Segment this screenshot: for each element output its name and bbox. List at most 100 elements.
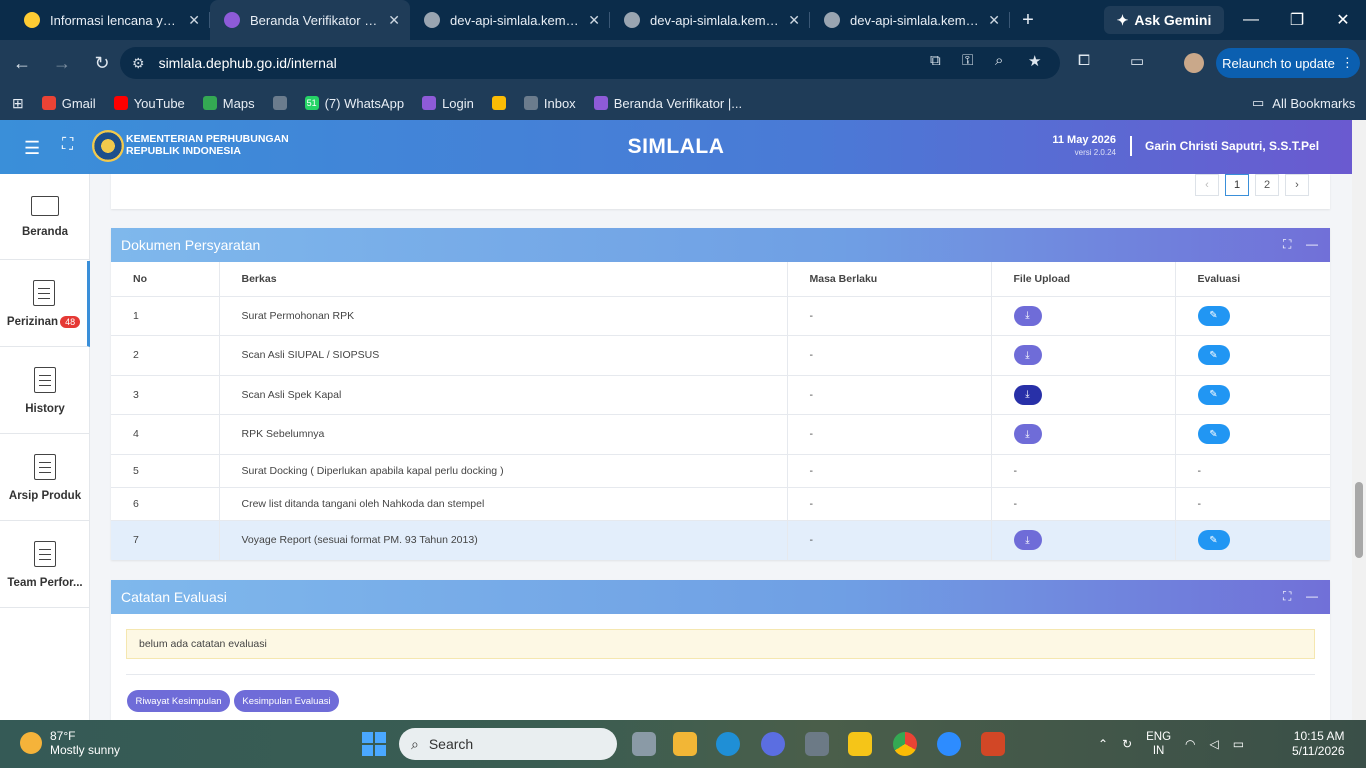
download-button[interactable]: ⤓ bbox=[1013, 345, 1042, 366]
pagination-page-1[interactable]: 1 bbox=[1225, 174, 1249, 196]
user-name[interactable]: Garin Christi Saputri, S.S.T.Pel bbox=[1145, 139, 1319, 153]
edit-evaluation-button[interactable]: ✎ bbox=[1197, 305, 1230, 326]
ask-gemini-button[interactable]: ✦ Ask Gemini bbox=[1104, 6, 1224, 34]
download-button[interactable]: ⤓ bbox=[1013, 384, 1042, 405]
download-button[interactable]: ⤓ bbox=[1013, 424, 1042, 445]
language-indicator[interactable]: ENG IN bbox=[1146, 730, 1171, 758]
zoom-icon[interactable]: ⌕ bbox=[995, 52, 1003, 69]
wifi-icon[interactable]: ◠ bbox=[1185, 737, 1195, 751]
weather-widget[interactable]: 87°F Mostly sunny bbox=[20, 729, 120, 757]
install-app-icon[interactable]: ⧉ bbox=[930, 52, 941, 69]
profile-avatar[interactable] bbox=[1184, 53, 1204, 73]
collapse-icon[interactable]: — bbox=[1306, 237, 1318, 251]
chrome-icon[interactable] bbox=[893, 732, 917, 756]
no-cell: 5 bbox=[111, 453, 220, 487]
close-window-button[interactable]: ✕ bbox=[1320, 0, 1366, 40]
sticky-notes-icon[interactable] bbox=[848, 732, 872, 756]
scrollbar-thumb[interactable] bbox=[1355, 482, 1363, 558]
battery-icon[interactable]: ▭ bbox=[1233, 737, 1244, 751]
close-tab-icon[interactable]: ✕ bbox=[188, 12, 200, 29]
bookmark-item[interactable]: Login bbox=[422, 96, 474, 111]
close-tab-icon[interactable]: ✕ bbox=[388, 12, 400, 29]
app-icon[interactable] bbox=[761, 732, 785, 756]
edit-evaluation-button[interactable]: ✎ bbox=[1197, 530, 1230, 550]
sidebar-item-arsip-produk[interactable]: Arsip Produk bbox=[0, 435, 90, 521]
edit-evaluation-button[interactable]: ✎ bbox=[1197, 424, 1230, 445]
no-cell: 3 bbox=[111, 374, 220, 415]
windows-start-icon[interactable] bbox=[362, 732, 386, 756]
table-row: 3 Scan Asli Spek Kapal - ⤓ ✎ bbox=[111, 374, 1330, 415]
tab-search-icon[interactable]: ▭ bbox=[1130, 52, 1144, 70]
no-cell: 7 bbox=[111, 519, 220, 560]
extensions-icon[interactable]: ⧠ bbox=[1078, 52, 1090, 69]
bookmark-item[interactable]: Maps bbox=[202, 96, 255, 111]
chevron-up-icon[interactable]: ⌃ bbox=[1098, 737, 1108, 751]
bookmark-item[interactable]: Inbox bbox=[523, 96, 576, 111]
edge-icon[interactable] bbox=[716, 732, 740, 756]
kesimpulan-evaluasi-button[interactable]: Kesimpulan Evaluasi bbox=[234, 690, 339, 712]
sidebar-item-history[interactable]: History bbox=[0, 348, 90, 434]
relaunch-button[interactable]: Relaunch to update ⋮ bbox=[1216, 48, 1360, 78]
taskbar-clock[interactable]: 10:15 AM 5/11/2026 bbox=[1292, 729, 1345, 759]
bookmark-item[interactable] bbox=[272, 96, 287, 111]
no-cell: 1 bbox=[111, 295, 220, 336]
bookmark-item[interactable]: Beranda Verifikator |... bbox=[593, 96, 742, 111]
camera-icon[interactable] bbox=[805, 732, 829, 756]
pagination-next[interactable]: › bbox=[1285, 174, 1309, 196]
file-explorer-icon[interactable] bbox=[673, 732, 697, 756]
volume-icon[interactable]: ◁ bbox=[1210, 737, 1219, 751]
pagination-page-2[interactable]: 2 bbox=[1255, 174, 1279, 196]
back-button[interactable]: ← bbox=[4, 45, 40, 81]
pagination-prev[interactable]: ‹ bbox=[1195, 174, 1219, 196]
reload-button[interactable]: ↻ bbox=[84, 45, 120, 81]
new-tab-button[interactable]: + bbox=[1010, 0, 1046, 40]
close-tab-icon[interactable]: ✕ bbox=[988, 12, 1000, 29]
edit-evaluation-button[interactable]: ✎ bbox=[1197, 384, 1230, 405]
browser-tab[interactable]: Informasi lencana yang d ✕ bbox=[10, 0, 210, 40]
browser-tab[interactable]: dev-api-simlala.kemenhu ✕ bbox=[610, 0, 810, 40]
sidebar-item-team-performance[interactable]: Team Perfor... bbox=[0, 522, 90, 608]
expand-icon[interactable]: ⛶ bbox=[1283, 237, 1291, 252]
browser-tab[interactable]: dev-api-simlala.kemenhu ✕ bbox=[810, 0, 1010, 40]
download-icon: ⤓ bbox=[1025, 349, 1030, 361]
task-view-icon[interactable] bbox=[632, 732, 656, 756]
download-icon: ⤓ bbox=[1025, 310, 1030, 322]
windows-taskbar: 87°F Mostly sunny ⌕ Search ⌃ ↻ ENG IN ◠ ◁ ▭… bbox=[0, 720, 1366, 768]
browser-tab[interactable]: Beranda Verifikator | Sim ✕ bbox=[210, 0, 410, 40]
tab-favicon-icon bbox=[224, 12, 240, 28]
forward-button[interactable]: → bbox=[44, 45, 80, 81]
minimize-button[interactable]: — bbox=[1228, 0, 1274, 40]
url-bar[interactable]: ⚙ simlala.dephub.go.id/internal bbox=[120, 47, 1060, 79]
apps-grid-icon[interactable]: ⊞ bbox=[12, 95, 24, 112]
download-button[interactable]: ⤓ bbox=[1013, 305, 1042, 326]
maximize-button[interactable]: ❐ bbox=[1274, 0, 1320, 40]
site-info-icon[interactable]: ⚙ bbox=[132, 55, 145, 72]
tab-title: Informasi lencana yang d bbox=[50, 12, 180, 28]
sidebar-item-perizinan[interactable]: Perizinan 48 bbox=[0, 261, 90, 347]
riwayat-kesimpulan-button[interactable]: Riwayat Kesimpulan bbox=[127, 690, 230, 712]
password-key-icon[interactable]: ⚿ bbox=[962, 52, 973, 69]
bookmark-item[interactable] bbox=[491, 96, 506, 111]
bookmark-item[interactable]: 51 (7) WhatsApp bbox=[304, 96, 404, 111]
sync-icon[interactable]: ↻ bbox=[1122, 737, 1132, 751]
expand-icon[interactable]: ⛶ bbox=[1283, 589, 1291, 604]
close-tab-icon[interactable]: ✕ bbox=[588, 12, 600, 29]
page-scrollbar[interactable] bbox=[1352, 120, 1366, 720]
all-bookmarks-label: All Bookmarks bbox=[1272, 95, 1356, 111]
column-header: Masa Berlaku bbox=[787, 262, 992, 297]
bookmark-star-icon[interactable]: ★ bbox=[1028, 52, 1041, 70]
sidebar-item-beranda[interactable]: Beranda bbox=[0, 174, 90, 260]
browser-tab[interactable]: dev-api-simlala.kemenhu ✕ bbox=[410, 0, 610, 40]
dokumen-persyaratan-card: Dokumen Persyaratan ⛶ — No Berkas Masa Ber… bbox=[111, 228, 1330, 560]
close-tab-icon[interactable]: ✕ bbox=[788, 12, 800, 29]
zoom-app-icon[interactable] bbox=[937, 732, 961, 756]
bookmark-item[interactable]: Gmail bbox=[41, 96, 96, 111]
bookmark-item[interactable]: YouTube bbox=[113, 96, 185, 111]
all-bookmarks[interactable]: ▭ All Bookmarks bbox=[1252, 95, 1355, 111]
masa-berlaku-cell: - bbox=[787, 335, 992, 375]
folder-icon: ▭ bbox=[1252, 95, 1265, 110]
taskbar-search[interactable]: ⌕ Search bbox=[399, 728, 617, 760]
powerpoint-icon[interactable] bbox=[981, 732, 1005, 756]
edit-evaluation-button[interactable]: ✎ bbox=[1197, 345, 1230, 366]
collapse-icon[interactable]: — bbox=[1306, 589, 1318, 603]
